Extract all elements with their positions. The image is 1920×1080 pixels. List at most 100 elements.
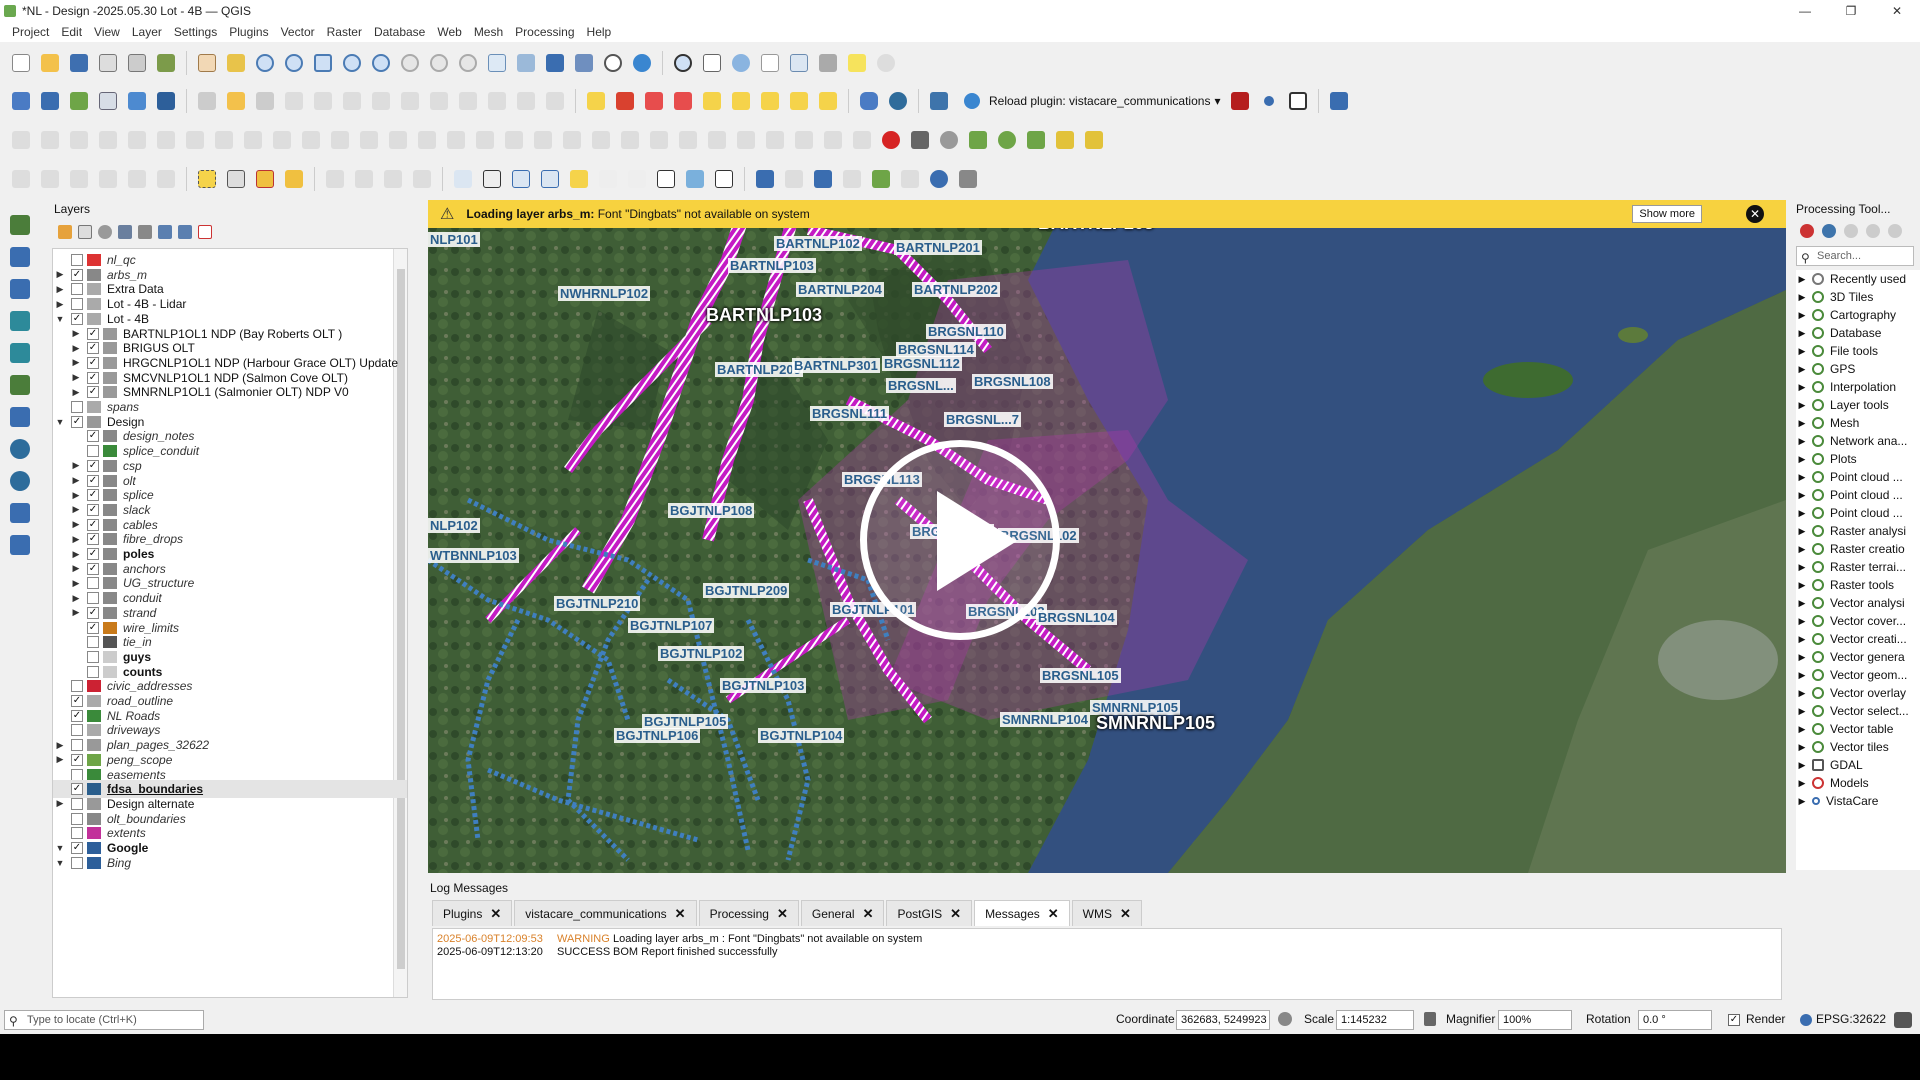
layer-visibility-checkbox[interactable] [71, 254, 83, 266]
menu-processing[interactable]: Processing [509, 25, 580, 39]
new-bookmark-icon[interactable] [542, 50, 568, 76]
eye-visibility-icon[interactable] [936, 127, 962, 153]
python-console-icon[interactable] [926, 88, 952, 114]
layer-visibility-checkbox[interactable]: ✓ [71, 783, 83, 796]
map-plugin-icon[interactable] [868, 166, 894, 192]
attribute-table-icon[interactable] [699, 50, 725, 76]
layer-visibility-checkbox[interactable]: ✓ [87, 518, 99, 531]
processing-group[interactable]: ▶ Vector creati... [1796, 630, 1920, 648]
layer-visibility-checkbox[interactable] [71, 283, 83, 296]
log-tab[interactable]: Messages ✕ [974, 900, 1070, 926]
paste-features-icon[interactable] [484, 88, 510, 114]
layer-visibility-checkbox[interactable] [87, 445, 99, 458]
processing-group[interactable]: ▶ Vector tiles [1796, 738, 1920, 756]
database-icon[interactable] [856, 88, 882, 114]
layer-visibility-checkbox[interactable]: ✓ [87, 386, 99, 399]
digitize-tool-28-icon[interactable] [791, 127, 817, 153]
processing-group[interactable]: ▶ Vector overlay [1796, 684, 1920, 702]
play-button[interactable] [860, 440, 1060, 640]
digitize-tool-23-icon[interactable] [646, 127, 672, 153]
messages-bubble-icon[interactable] [1894, 1012, 1912, 1028]
log-tab[interactable]: Processing ✕ [698, 900, 799, 926]
expand-arrow-icon[interactable]: ▶ [53, 299, 67, 310]
open-field-calculator-icon[interactable] [786, 50, 812, 76]
expand-arrow-icon[interactable]: ▶ [1796, 526, 1808, 537]
layer-visibility-checkbox[interactable]: ✓ [71, 709, 83, 722]
zoom-out-icon[interactable] [281, 50, 307, 76]
rotate-label-icon[interactable] [728, 88, 754, 114]
layer-visibility-checkbox[interactable]: ✓ [87, 342, 99, 355]
close-tab-icon[interactable]: ✕ [777, 906, 788, 922]
expand-arrow-icon[interactable]: ▶ [69, 475, 83, 486]
disabled-tool-icon[interactable] [897, 166, 923, 192]
reload-plugin-button[interactable]: Reload plugin: vistacare_communications … [955, 88, 1224, 114]
layer-visibility-checkbox[interactable] [71, 739, 83, 752]
layer-visibility-checkbox[interactable]: ✓ [87, 474, 99, 487]
layer-visibility-checkbox[interactable] [87, 592, 99, 605]
menu-layer[interactable]: Layer [126, 25, 168, 39]
collapse-all-icon[interactable] [178, 225, 192, 239]
layer-visibility-checkbox[interactable] [71, 401, 83, 413]
expand-arrow-icon[interactable]: ▶ [69, 607, 83, 618]
layer-visibility-checkbox[interactable]: ✓ [87, 356, 99, 369]
expand-arrow-icon[interactable]: ▶ [69, 578, 83, 589]
callout-icon[interactable] [711, 166, 737, 192]
image-icon[interactable] [682, 166, 708, 192]
digitize-tool-8-icon[interactable] [211, 127, 237, 153]
expand-arrow-icon[interactable]: ▼ [53, 858, 67, 868]
zoom-in-icon[interactable] [252, 50, 278, 76]
expand-arrow-icon[interactable]: ▶ [1796, 562, 1808, 573]
layer-visibility-checkbox[interactable]: ✓ [71, 695, 83, 707]
measure-angle-icon[interactable] [1081, 127, 1107, 153]
annotation-1-icon[interactable] [8, 166, 34, 192]
processing-group[interactable]: ▶ Vector select... [1796, 702, 1920, 720]
layer-visibility-checkbox[interactable]: ✓ [87, 548, 99, 560]
digitize-tool-1-icon[interactable] [8, 127, 34, 153]
tree-icon[interactable] [624, 166, 650, 192]
processing-group[interactable]: ▶ 3D Tiles [1796, 288, 1920, 306]
log-tab[interactable]: Plugins ✕ [432, 900, 513, 926]
annotation-3-icon[interactable] [66, 166, 92, 192]
digitize-tool-12-icon[interactable] [327, 127, 353, 153]
validate-icon[interactable] [7, 372, 33, 398]
topology-tool-icon[interactable] [907, 127, 933, 153]
text-tool-icon[interactable] [595, 166, 621, 192]
add-wms-icon[interactable] [153, 88, 179, 114]
log-tab[interactable]: General ✕ [800, 900, 885, 926]
layer-visibility-checkbox[interactable]: ✓ [87, 533, 99, 546]
crs-button[interactable]: EPSG:32622 [1816, 1012, 1886, 1026]
processing-tree[interactable]: ▶ Recently used ▶ 3D Tiles ▶ Cartography ▶ Data… [1796, 270, 1920, 870]
processing-group[interactable]: ▶ Mesh [1796, 414, 1920, 432]
models-icon[interactable] [1800, 224, 1814, 238]
expand-arrow-icon[interactable]: ▶ [1796, 634, 1808, 645]
processing-group[interactable]: ▶ Raster analysi [1796, 522, 1920, 540]
lock-scale-icon[interactable] [1424, 1012, 1436, 1026]
processing-group[interactable]: ▶ Vector geom... [1796, 666, 1920, 684]
expand-arrow-icon[interactable]: ▶ [1796, 364, 1808, 375]
expand-arrow-icon[interactable]: ▶ [1796, 436, 1808, 447]
expand-arrow-icon[interactable]: ▶ [1796, 742, 1808, 753]
layer-visibility-checkbox[interactable] [87, 650, 99, 663]
digitize-tool-18-icon[interactable] [501, 127, 527, 153]
zoom-full-icon[interactable] [310, 50, 336, 76]
select-location-icon[interactable] [281, 166, 307, 192]
temporal-controller-icon[interactable] [600, 50, 626, 76]
expand-arrow-icon[interactable]: ▶ [53, 269, 67, 280]
expand-arrow-icon[interactable]: ▶ [1796, 670, 1808, 681]
expand-arrow-icon[interactable]: ▶ [1796, 760, 1808, 771]
scale-field[interactable]: 1:145232 [1336, 1010, 1414, 1030]
processing-group[interactable]: ▶ Vector analysi [1796, 594, 1920, 612]
toggle-editing-icon[interactable] [223, 88, 249, 114]
menu-database[interactable]: Database [368, 25, 431, 39]
map-canvas[interactable]: BARTNLP101BARTNLP203BARTNLP203NLP101BART… [428, 200, 1786, 873]
open-project-icon[interactable] [37, 50, 63, 76]
digitize-tool-29-icon[interactable] [820, 127, 846, 153]
processing-group[interactable]: ▶ Point cloud ... [1796, 486, 1920, 504]
expand-arrow-icon[interactable]: ▶ [1796, 652, 1808, 663]
globe-data-icon[interactable] [7, 436, 33, 462]
digitize-tool-30-icon[interactable] [849, 127, 875, 153]
statistics-sigma-icon[interactable] [757, 50, 783, 76]
add-group-icon[interactable] [78, 225, 92, 239]
new-3d-view-icon[interactable] [513, 50, 539, 76]
expand-arrow-icon[interactable]: ▶ [53, 740, 67, 751]
